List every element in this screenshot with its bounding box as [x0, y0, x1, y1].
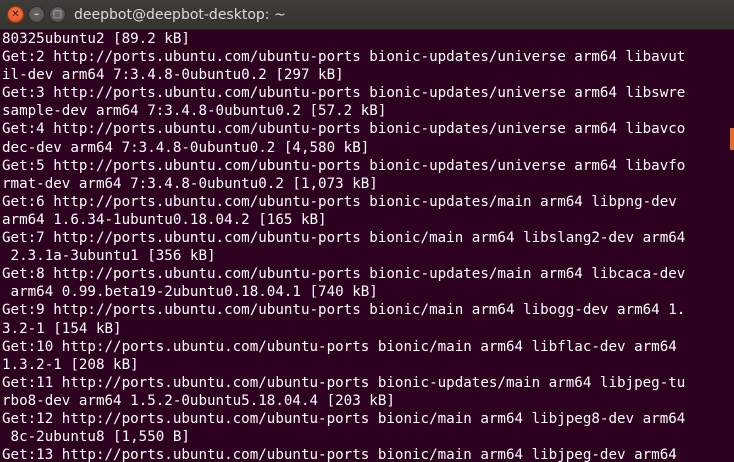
maximize-button[interactable]: □ [49, 6, 66, 23]
terminal-line: Get:2 http://ports.ubuntu.com/ubuntu-por… [2, 49, 686, 66]
terminal-output[interactable]: 80325ubuntu2 [89.2 kB] Get:2 http://port… [0, 30, 734, 462]
terminal-line: arm64 1.6.34-1ubuntu0.18.04.2 [165 kB] [2, 211, 327, 228]
window-title: deepbot@deepbot-desktop: ~ [74, 7, 286, 23]
terminal-line: Get:3 http://ports.ubuntu.com/ubuntu-por… [2, 85, 686, 102]
terminal-line: Get:9 http://ports.ubuntu.com/ubuntu-por… [2, 302, 686, 319]
terminal-line: 3.2-1 [154 kB] [2, 320, 122, 337]
terminal-line: dec-dev arm64 7:3.4.8-0ubuntu0.2 [4,580 … [2, 139, 370, 156]
terminal-line: Get:5 http://ports.ubuntu.com/ubuntu-por… [2, 157, 686, 174]
terminal-line: rmat-dev arm64 7:3.4.8-0ubuntu0.2 [1,073… [2, 175, 378, 192]
terminal-line: Get:11 http://ports.ubuntu.com/ubuntu-po… [2, 374, 686, 391]
terminal-line: Get:7 http://ports.ubuntu.com/ubuntu-por… [2, 230, 686, 247]
terminal-line: 8c-2ubuntu8 [1,550 B] [2, 429, 190, 446]
terminal-line: arm64 0.99.beta19-2ubuntu0.18.04.1 [740 … [2, 284, 378, 301]
minimize-button[interactable]: – [28, 6, 45, 23]
maximize-icon: □ [52, 8, 63, 20]
terminal-line: 1.3.2-1 [208 kB] [2, 356, 139, 373]
terminal-line: 80325ubuntu2 [89.2 kB] [2, 31, 190, 47]
terminal-line: 2.3.1a-3ubuntu1 [356 kB] [2, 248, 216, 265]
terminal-line: Get:6 http://ports.ubuntu.com/ubuntu-por… [2, 193, 677, 210]
terminal-line: sample-dev arm64 7:3.4.8-0ubuntu0.2 [57.… [2, 103, 387, 120]
terminal-line: Get:12 http://ports.ubuntu.com/ubuntu-po… [2, 410, 686, 427]
terminal-line: Get:13 http://ports.ubuntu.com/ubuntu-po… [2, 447, 677, 462]
terminal-line: Get:10 http://ports.ubuntu.com/ubuntu-po… [2, 338, 677, 355]
terminal-line: il-dev arm64 7:3.4.8-0ubuntu0.2 [297 kB] [2, 67, 344, 84]
terminal-line: rbo8-dev arm64 1.5.2-0ubuntu5.18.04.4 [2… [2, 392, 395, 409]
terminal-line: Get:4 http://ports.ubuntu.com/ubuntu-por… [2, 121, 686, 138]
minimize-icon: – [34, 8, 39, 20]
close-icon: ✕ [11, 8, 20, 20]
terminal-window: ✕ – □ deepbot@deepbot-desktop: ~ 80325ub… [0, 0, 734, 462]
terminal-line: Get:8 http://ports.ubuntu.com/ubuntu-por… [2, 266, 686, 283]
title-bar[interactable]: ✕ – □ deepbot@deepbot-desktop: ~ [0, 0, 734, 30]
scrollbar-indicator[interactable] [730, 128, 734, 150]
close-button[interactable]: ✕ [7, 6, 24, 23]
